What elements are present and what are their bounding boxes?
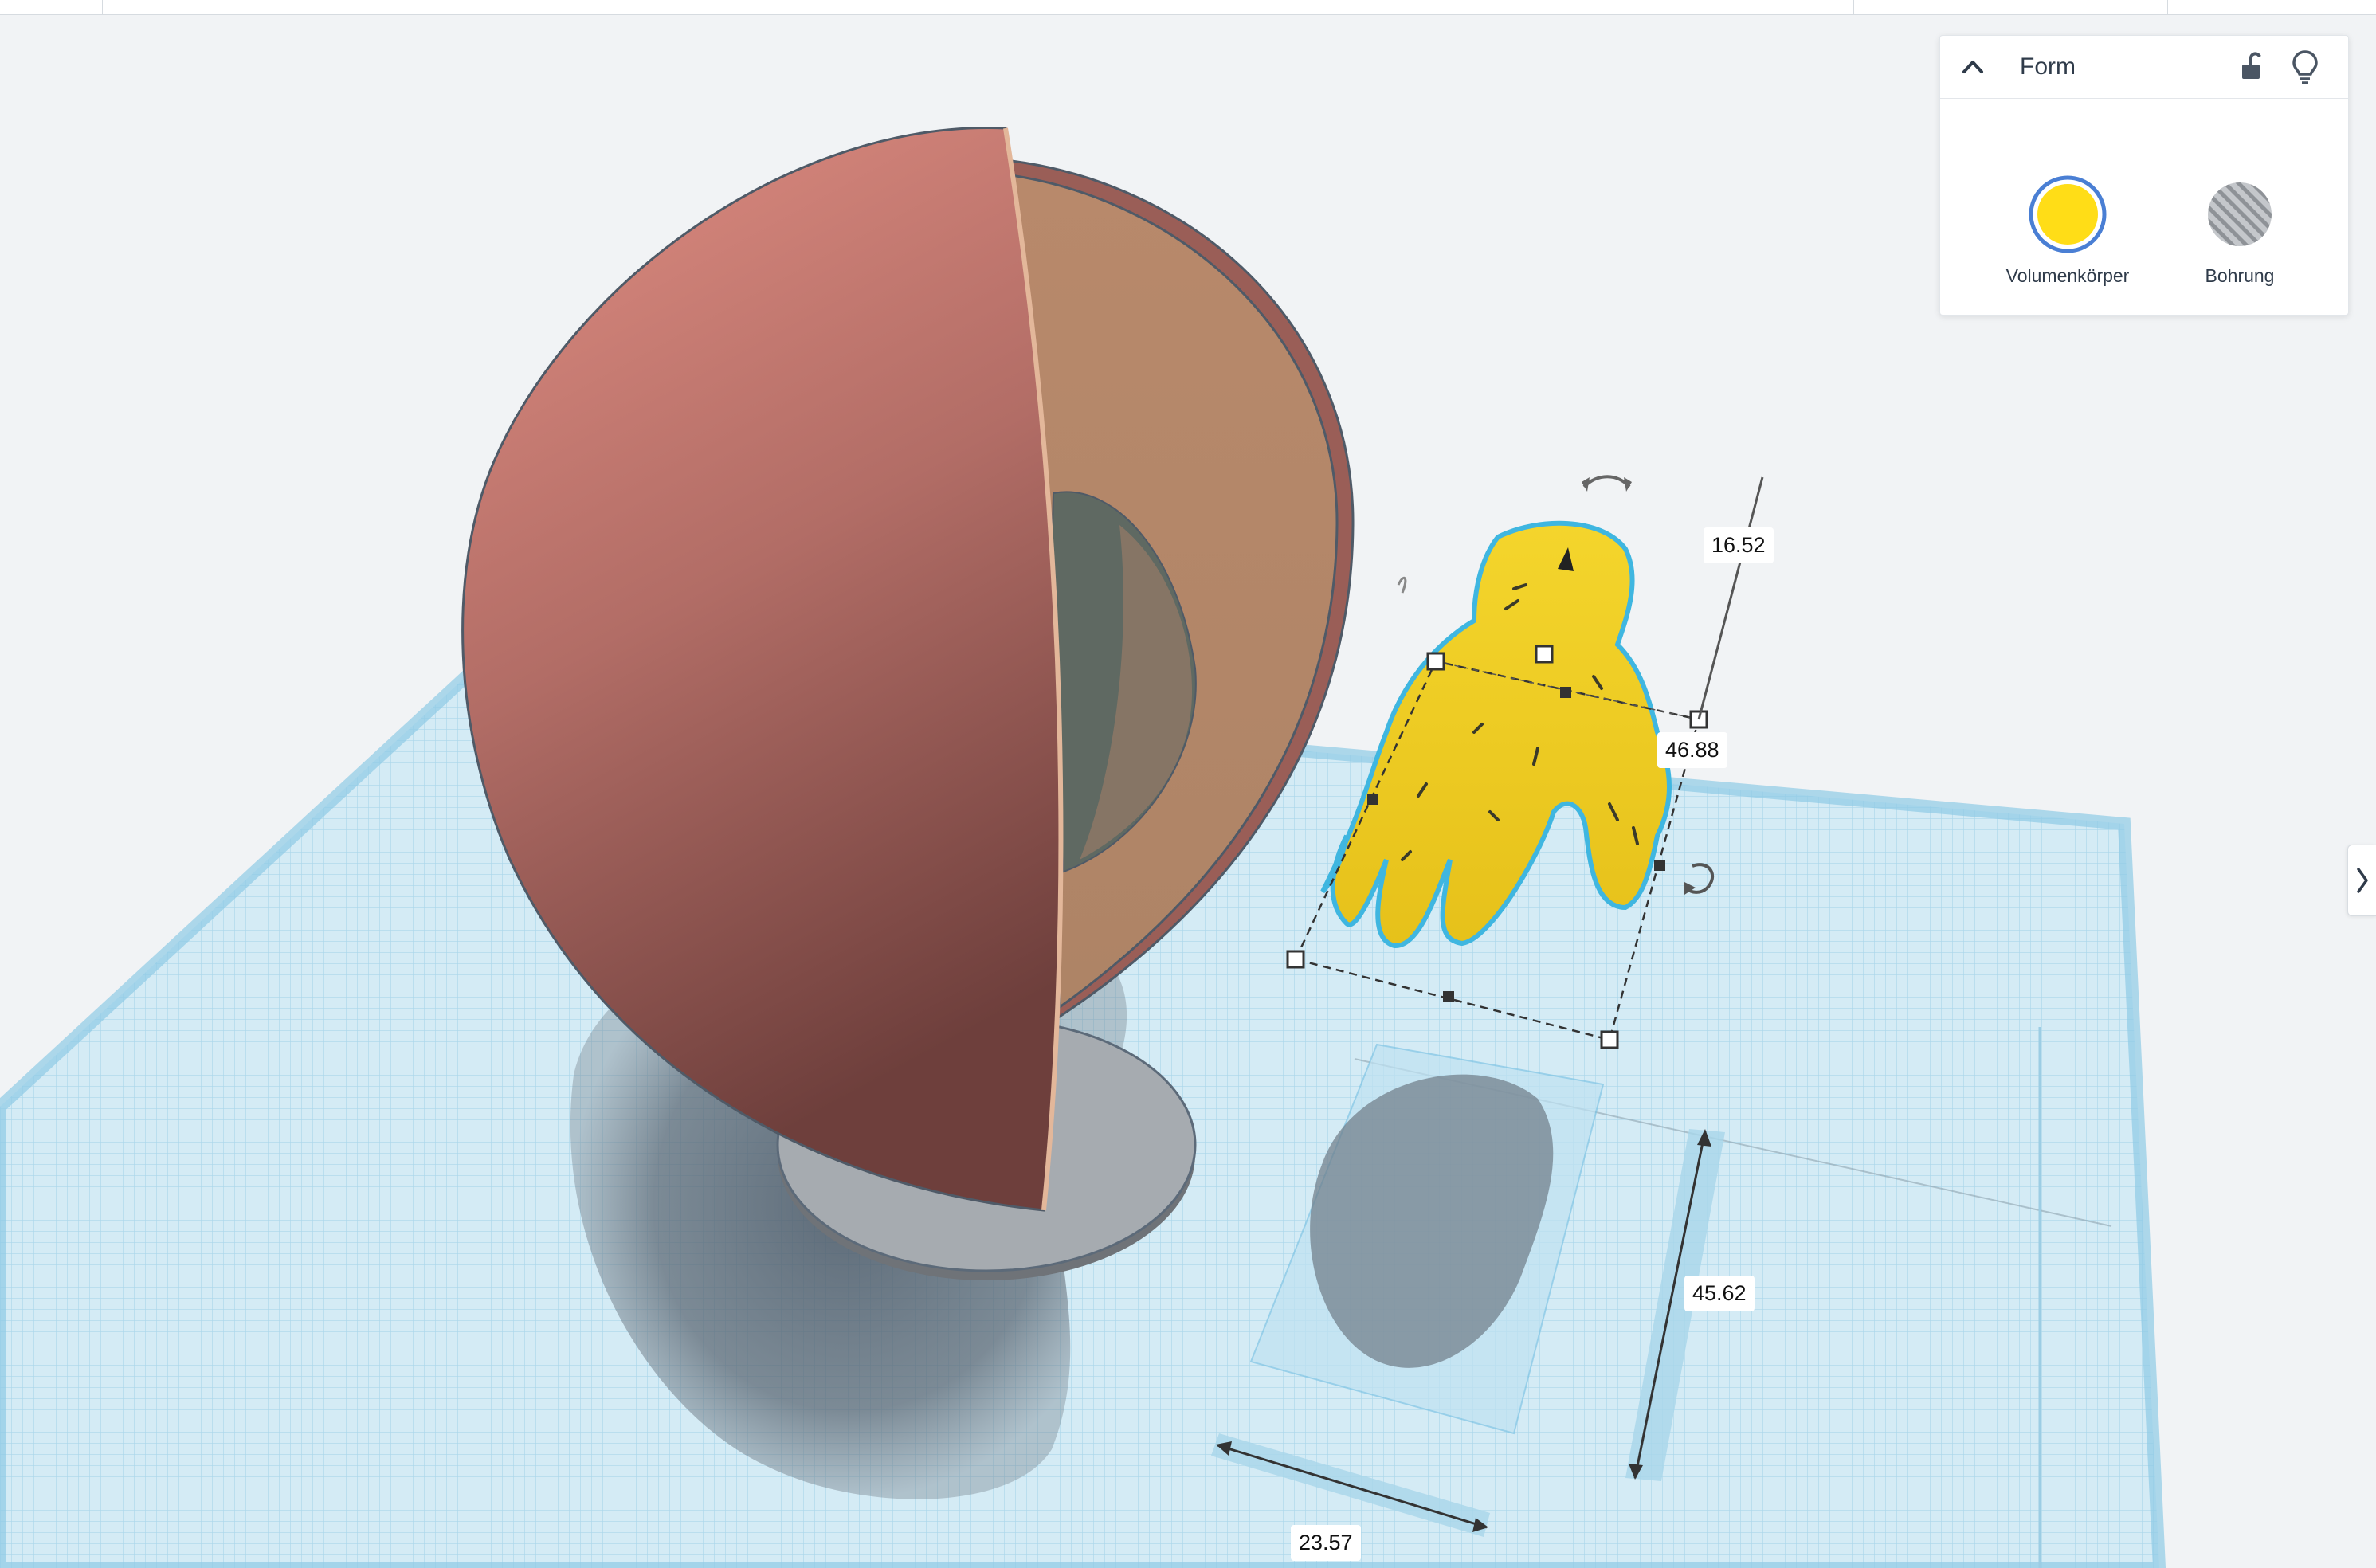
edge-handle[interactable] bbox=[1654, 860, 1665, 871]
resize-handle[interactable] bbox=[1286, 950, 1305, 969]
resize-handle[interactable] bbox=[1600, 1030, 1619, 1049]
lock-icon[interactable] bbox=[2235, 49, 2267, 84]
resize-handle[interactable] bbox=[1535, 645, 1554, 664]
hole-option[interactable]: Bohrung bbox=[2160, 116, 2319, 286]
light-bulb-icon[interactable] bbox=[2289, 47, 2321, 85]
shape-inspector-panel: Form Volumenkörper Bohrung bbox=[1939, 35, 2349, 316]
length-dimension-label[interactable]: 45.62 bbox=[1684, 1276, 1755, 1311]
chevron-right-icon[interactable] bbox=[2348, 845, 2376, 915]
depth-dimension-label[interactable]: 23.57 bbox=[1291, 1525, 1361, 1561]
edge-handle[interactable] bbox=[1367, 794, 1378, 805]
expand-panel-button[interactable] bbox=[2347, 845, 2376, 916]
edge-handle[interactable] bbox=[1443, 991, 1454, 1002]
solid-option-label: Volumenkörper bbox=[2005, 265, 2130, 286]
edge-handle[interactable] bbox=[1560, 687, 1571, 698]
resize-handle[interactable] bbox=[1426, 652, 1445, 671]
width-dimension-label[interactable]: 46.88 bbox=[1657, 732, 1727, 768]
inspector-title: Form bbox=[2020, 53, 2076, 80]
hand-shape[interactable] bbox=[1320, 520, 1672, 948]
top-toolbar bbox=[0, 0, 2376, 15]
hole-pattern-swatch[interactable] bbox=[2200, 174, 2280, 254]
rotate-arrow-icon[interactable] bbox=[1582, 475, 1631, 488]
toolbar-divider bbox=[102, 0, 103, 14]
chevron-up-icon[interactable] bbox=[1958, 52, 1988, 82]
hole-option-label: Bohrung bbox=[2205, 265, 2275, 286]
solid-color-swatch[interactable] bbox=[2028, 174, 2107, 254]
rotate-arrow-icon[interactable] bbox=[1397, 576, 1407, 594]
toolbar-divider bbox=[1853, 0, 1854, 14]
inspector-header: Form bbox=[1940, 36, 2348, 99]
height-dimension-label[interactable]: 16.52 bbox=[1704, 527, 1774, 563]
solid-option[interactable]: Volumenkörper bbox=[1988, 116, 2147, 286]
height-guide bbox=[1697, 476, 1764, 720]
toolbar-divider bbox=[2167, 0, 2168, 14]
